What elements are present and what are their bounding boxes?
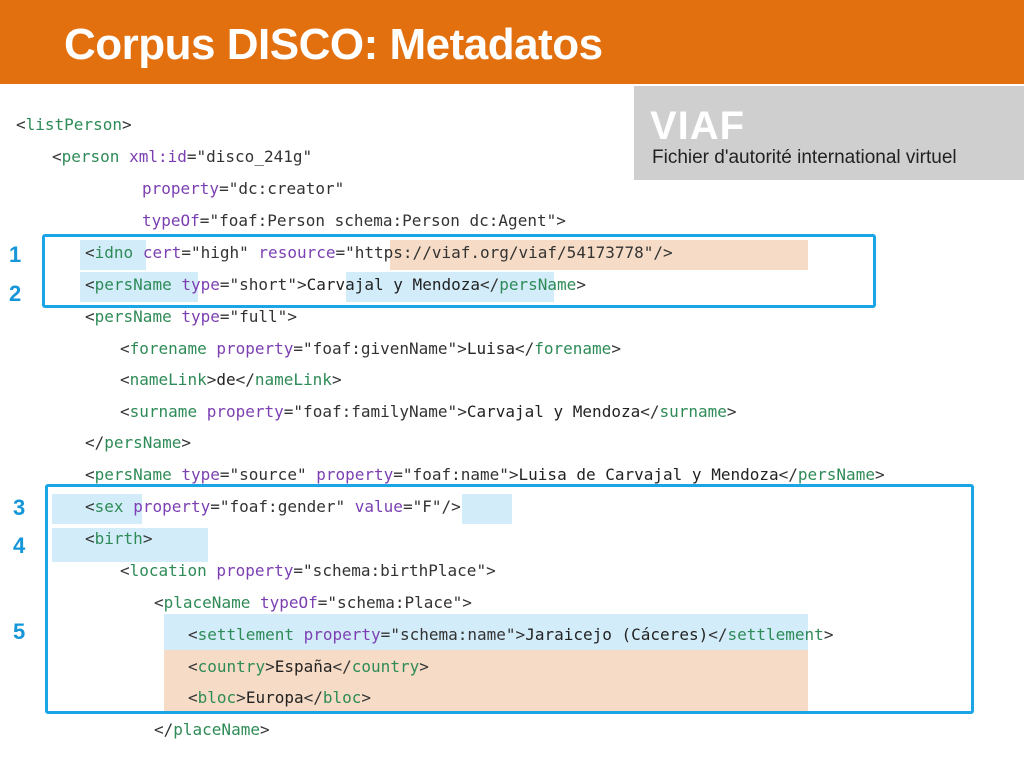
code-token: nameLink (254, 370, 332, 389)
code-line: <persName type="full"> (85, 306, 297, 328)
code-token: surname (129, 402, 198, 421)
code-token: > (874, 465, 885, 484)
viaf-logo: VIAF (650, 104, 746, 148)
code-line: property="dc:creator" (142, 178, 344, 200)
code-token: "foaf:givenName" (303, 339, 458, 358)
code-token: "foaf:Person schema:Person dc:Agent" (209, 211, 557, 230)
code-token: "foaf:name" (402, 465, 509, 484)
code-token: </ (85, 433, 105, 452)
code-token: = (219, 307, 230, 326)
code-token: de (216, 370, 236, 389)
code-line: typeOf="foaf:Person schema:Person dc:Age… (142, 210, 566, 232)
marker-1: 1 (9, 242, 22, 267)
code-token: "dc:creator" (228, 179, 345, 198)
marker-3: 3 (13, 495, 26, 520)
code-line: </placeName> (154, 719, 270, 741)
code-token: persName (94, 307, 172, 326)
code-token: > (556, 211, 566, 230)
code-token: forename (129, 339, 207, 358)
code-token: Luisa (466, 339, 515, 358)
code-token: = (186, 147, 197, 166)
code-token: </ (154, 720, 174, 739)
code-line: <persName type="source" property="foaf:n… (85, 464, 885, 486)
code-token: = (293, 339, 304, 358)
code-token: Luisa de Carvajal y Mendoza (518, 465, 779, 484)
code-token: </ (640, 402, 660, 421)
code-token: < (120, 402, 130, 421)
code-token: persName (797, 465, 875, 484)
code-token: > (206, 370, 217, 389)
code-token: xml:id (129, 147, 187, 166)
slide-title: Corpus DISCO: Metadatos (64, 20, 603, 69)
code-token: = (219, 465, 230, 484)
code-token: type (181, 465, 220, 484)
code-token: </ (778, 465, 798, 484)
code-token: </ (235, 370, 255, 389)
code-token: > (457, 402, 467, 421)
code-token: > (508, 465, 519, 484)
viaf-logo-panel: VIAF Fichier d'autorité international vi… (634, 86, 1024, 180)
code-token: "full" (229, 307, 288, 326)
code-line: <surname property="foaf:familyName">Carv… (120, 401, 737, 423)
code-token: < (85, 307, 95, 326)
code-token: person (61, 147, 120, 166)
title-bar: Corpus DISCO: Metadatos (0, 0, 1024, 84)
code-token: Carvajal y Mendoza (466, 402, 641, 421)
code-token: > (726, 402, 737, 421)
frame-sex-birth (45, 484, 974, 714)
code-token: = (283, 402, 294, 421)
code-token: < (120, 370, 130, 389)
code-token: property (206, 402, 284, 421)
code-token: property (142, 179, 220, 198)
code-token: </ (514, 339, 535, 358)
code-line: <person xml:id="disco_241g" (52, 146, 312, 168)
code-token: < (120, 339, 130, 358)
code-token: type (181, 307, 220, 326)
code-token: property (316, 465, 394, 484)
viaf-subtitle: Fichier d'autorité international virtuel (652, 147, 957, 168)
code-token: = (199, 211, 210, 230)
code-line: </persName> (85, 432, 191, 454)
code-token: > (181, 433, 191, 452)
code-line: <listPerson> (16, 114, 132, 136)
code-token: = (393, 465, 403, 484)
code-token: > (611, 339, 621, 358)
code-token: placeName (173, 720, 260, 739)
code-token: > (287, 307, 297, 326)
code-token: typeOf (142, 211, 200, 230)
code-token: > (121, 115, 132, 134)
code-line: <forename property="foaf:givenName">Luis… (120, 338, 621, 360)
code-token: < (16, 115, 26, 134)
code-token: persName (104, 433, 182, 452)
code-token: nameLink (129, 370, 207, 389)
code-token: < (85, 465, 95, 484)
code-token: persName (94, 465, 172, 484)
code-token: forename (534, 339, 612, 358)
code-token: = (219, 179, 229, 198)
code-token: > (331, 370, 342, 389)
code-token: surname (659, 402, 727, 421)
marker-2: 2 (9, 281, 22, 306)
code-token: listPerson (25, 115, 122, 134)
marker-5: 5 (13, 619, 26, 644)
marker-4: 4 (13, 533, 26, 558)
code-token: "foaf:familyName" (293, 402, 458, 421)
code-token: < (52, 147, 62, 166)
code-token: > (259, 720, 270, 739)
code-line: <nameLink>de</nameLink> (120, 369, 342, 391)
code-token: "disco_241g" (196, 147, 313, 166)
code-token: > (457, 339, 467, 358)
code-token: "source" (229, 465, 307, 484)
frame-identifiers (42, 234, 876, 308)
code-token: property (216, 339, 294, 358)
